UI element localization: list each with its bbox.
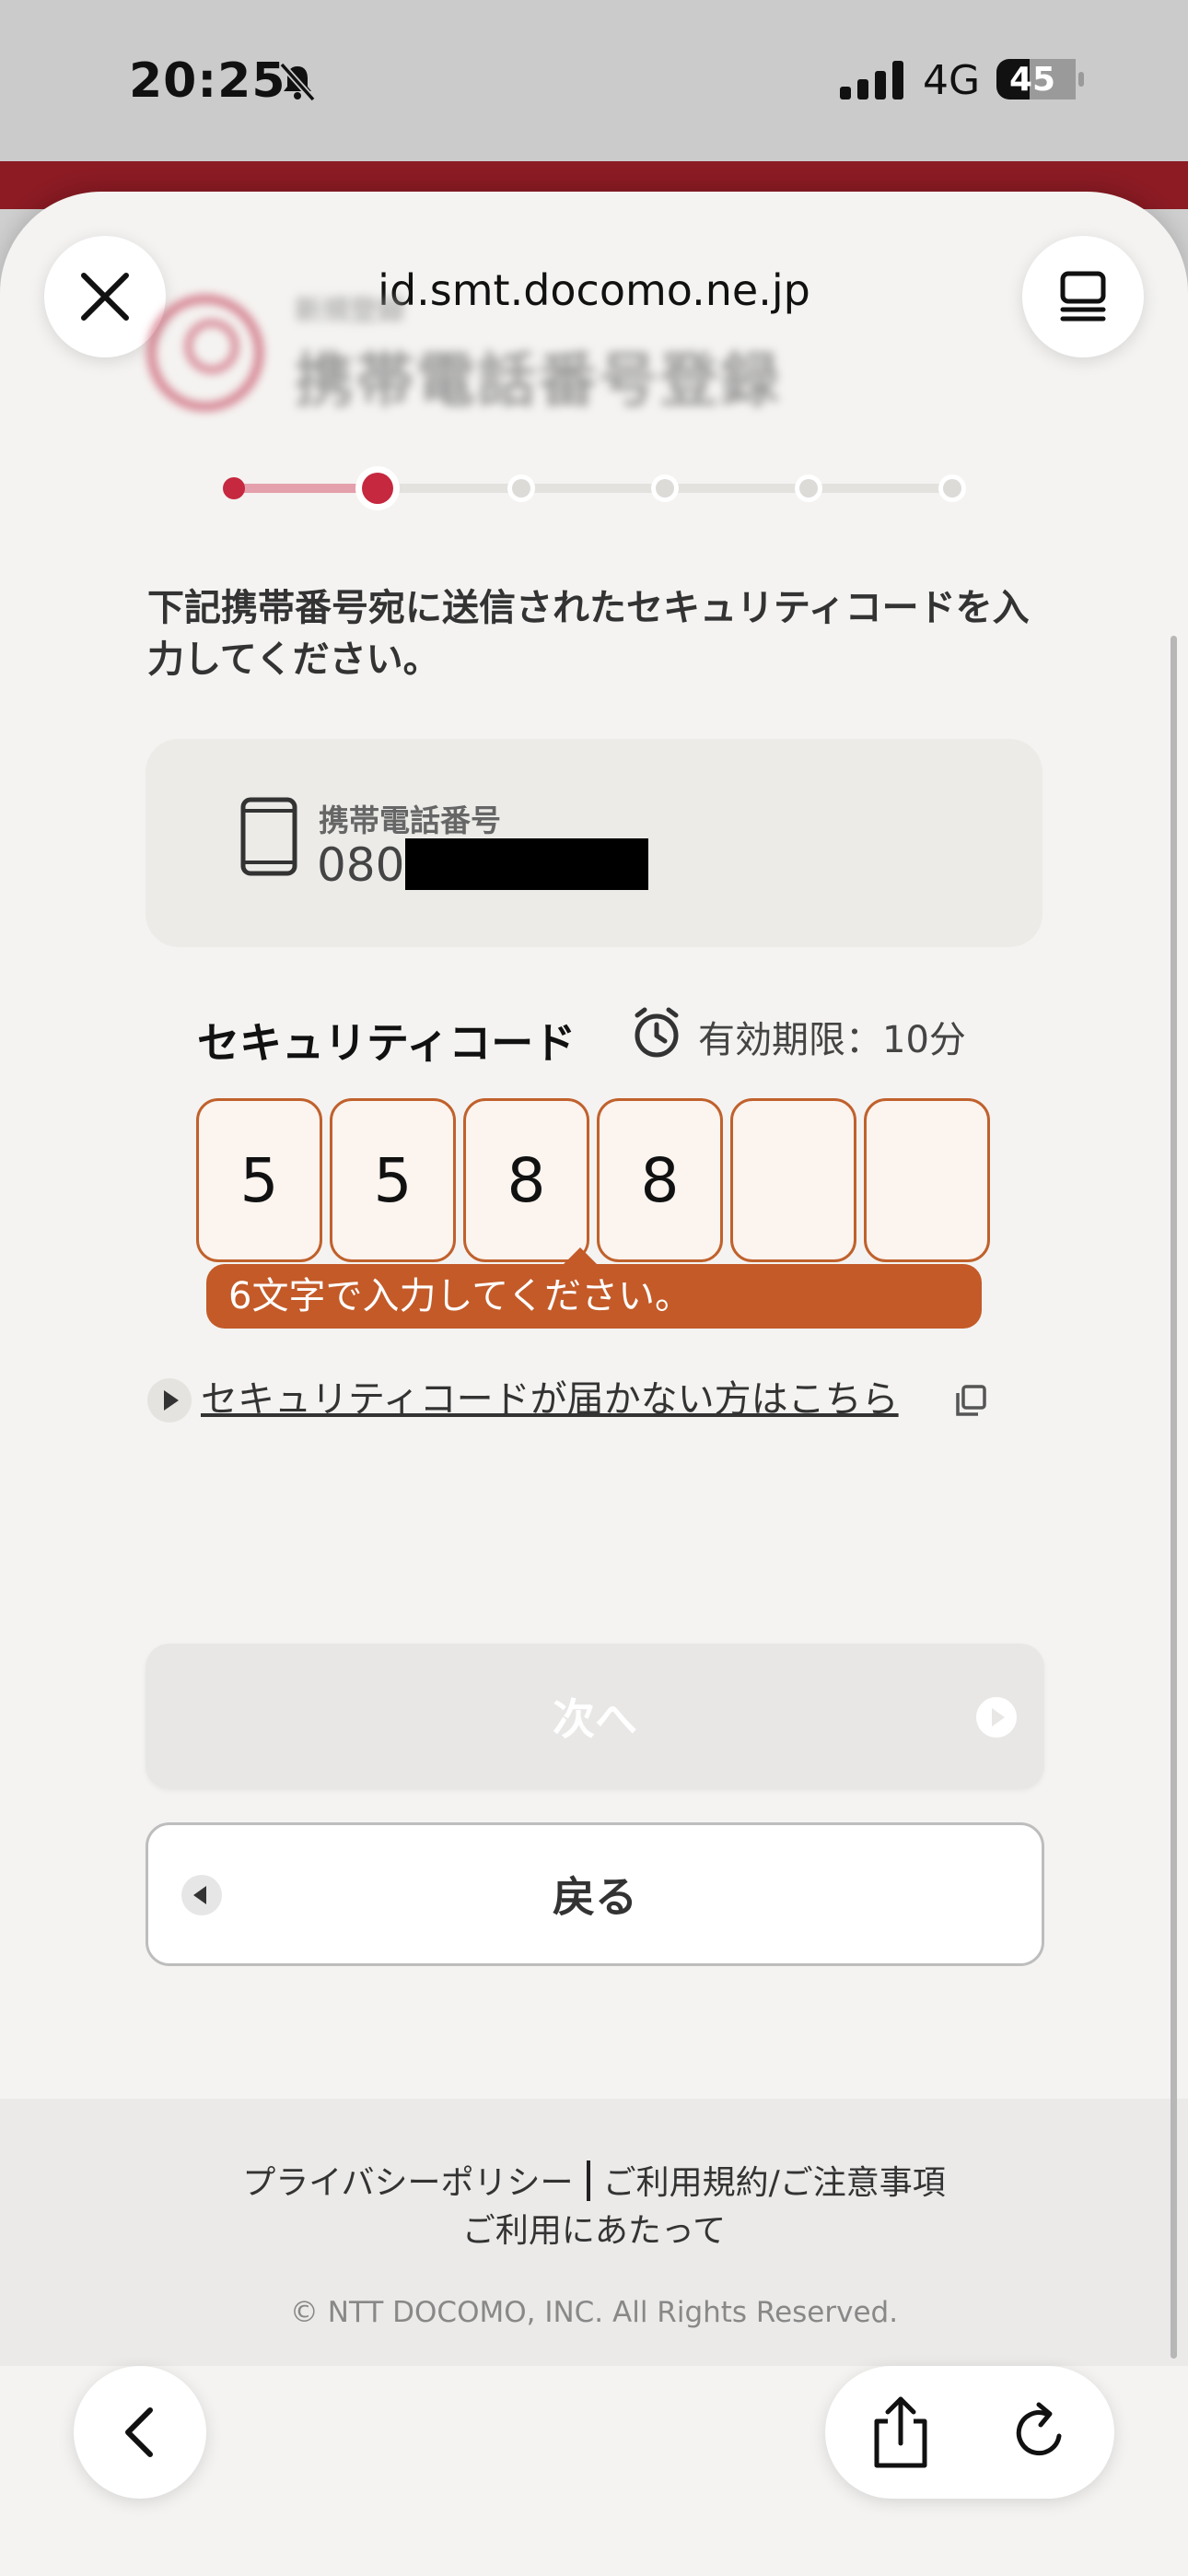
page-header-blurred: 新規登録 携帯電話番号登録 [147,276,838,416]
footer-links: プライバシーポリシー ご利用規約/ご注意事項 [0,2156,1188,2204]
back-button-label: 戻る [553,1872,637,1922]
status-time: 20:25 [129,53,286,109]
phone-number-card: 携帯電話番号 080 [146,739,1042,947]
redacted-number [405,838,648,890]
reload-icon[interactable] [1006,2399,1074,2467]
code-digit-1[interactable]: 5 [196,1098,322,1262]
screen: 20:25 4G 45 id.smt.docomo.ne.jp 新規登録 携帯電… [0,0,1188,2576]
battery-level: 45 [1009,61,1056,99]
code-not-received-link[interactable]: セキュリティコードが届かない方はこちら [201,1373,899,1426]
help-link-row[interactable]: セキュリティコードが届かない方はこちら [147,1373,1013,1428]
play-icon [147,1378,192,1423]
next-button[interactable]: 次へ [146,1644,1044,1789]
network-type: 4G [923,57,981,104]
phone-label: 携帯電話番号 [319,802,501,838]
scrollbar[interactable] [1171,636,1177,2359]
validity-text: 有効期限：10分 [698,1019,966,1061]
signal-icon [840,61,903,100]
share-icon[interactable] [864,2394,938,2471]
security-code-inputs: 5 5 8 8 [196,1098,997,1264]
code-digit-4[interactable]: 8 [597,1098,723,1262]
browser-actions [825,2366,1114,2499]
code-digit-3[interactable]: 8 [463,1098,589,1262]
code-digit-2[interactable]: 5 [330,1098,456,1262]
code-digit-5[interactable] [730,1098,856,1262]
page-footer: プライバシーポリシー ご利用規約/ご注意事項 ご利用にあたって © NTT DOC… [0,2099,1188,2366]
security-code-label: セキュリティコード [197,1018,577,1068]
back-arrow-icon [181,1875,222,1915]
instruction-text: 下記携帯番号宛に送信されたセキュリティコードを入力してください。 [147,587,1030,681]
terms-link[interactable]: ご利用規約/ご注意事項 [603,2164,946,2202]
smartphone-icon [240,797,297,876]
stopwatch-icon [635,1007,679,1058]
copyright: © NTT DOCOMO, INC. All Rights Reserved. [289,2296,899,2329]
play-icon [976,1697,1017,1738]
error-message: 6文字で入力してください。 [206,1247,982,1329]
page-subtitle: 新規登録 [295,295,405,327]
privacy-policy-link[interactable]: プライバシーポリシー [242,2164,573,2202]
usage-link[interactable]: ご利用にあたって [0,2204,1188,2252]
browser-back-button[interactable] [74,2366,206,2499]
progress-stepper [223,466,966,510]
status-bar: 20:25 4G 45 [0,0,1188,161]
external-window-icon [956,1385,986,1416]
phone-number: 080 [317,838,405,892]
page-title: 携帯電話番号登録 [295,347,781,416]
step-1 [223,477,245,499]
back-button[interactable]: 戻る [146,1822,1044,1966]
footer-divider [586,2160,590,2201]
user-icon [147,295,263,411]
battery-icon: 45 [996,57,1085,101]
chevron-left-icon [125,2407,153,2457]
code-digit-6[interactable] [864,1098,990,1262]
bell-muted-icon [279,62,316,102]
next-button-label: 次へ [553,1694,637,1744]
